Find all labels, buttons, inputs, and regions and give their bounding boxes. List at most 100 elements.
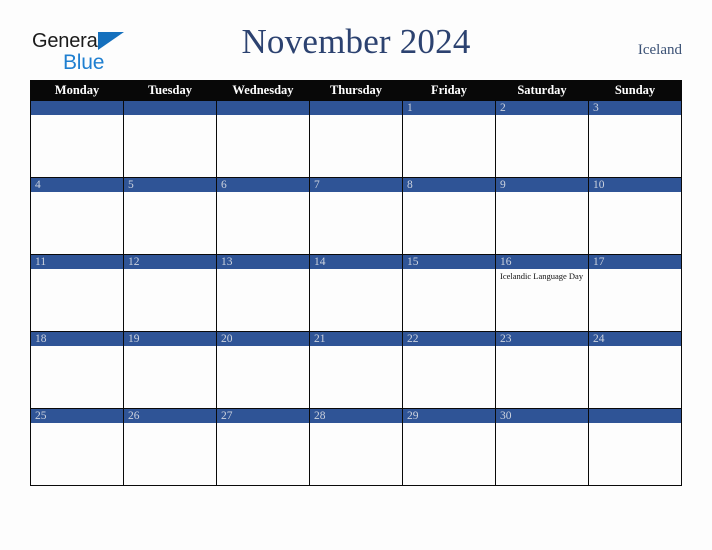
calendar-day-cell[interactable]: 27 <box>216 408 310 486</box>
day-events <box>403 269 495 271</box>
calendar-empty-cell[interactable] <box>216 100 310 178</box>
calendar-empty-cell[interactable] <box>123 100 217 178</box>
day-events <box>217 423 309 425</box>
day-number: 17 <box>589 255 681 269</box>
event-label[interactable]: Icelandic Language Day <box>500 271 584 281</box>
page-header: General Blue November 2024 Iceland <box>0 22 712 74</box>
day-events <box>31 423 123 425</box>
day-number: 24 <box>589 332 681 346</box>
day-events <box>310 346 402 348</box>
calendar-week-row: 123 <box>30 100 682 178</box>
calendar-day-cell[interactable]: 18 <box>30 331 124 409</box>
calendar-day-cell[interactable]: 16 Icelandic Language Day <box>495 254 589 332</box>
day-number: 4 <box>31 178 123 192</box>
day-number: 10 <box>589 178 681 192</box>
day-events <box>589 346 681 348</box>
day-events: Icelandic Language Day <box>496 269 588 281</box>
weekday-header-saturday: Saturday <box>495 80 589 101</box>
calendar-day-cell[interactable]: 22 <box>402 331 496 409</box>
calendar-day-cell[interactable]: 24 <box>588 331 682 409</box>
calendar-day-cell[interactable]: 4 <box>30 177 124 255</box>
day-events <box>31 269 123 271</box>
day-events <box>124 423 216 425</box>
calendar-day-cell[interactable]: 3 <box>588 100 682 178</box>
day-number: 11 <box>31 255 123 269</box>
calendar-day-cell[interactable]: 25 <box>30 408 124 486</box>
day-number: 30 <box>496 409 588 423</box>
calendar-day-cell[interactable]: 30 <box>495 408 589 486</box>
weekday-header-thursday: Thursday <box>309 80 403 101</box>
day-number: 29 <box>403 409 495 423</box>
calendar-day-cell[interactable]: 9 <box>495 177 589 255</box>
day-number: 19 <box>124 332 216 346</box>
calendar-day-cell[interactable]: 13 <box>216 254 310 332</box>
day-events <box>217 269 309 271</box>
day-number: 23 <box>496 332 588 346</box>
day-number: 5 <box>124 178 216 192</box>
day-number <box>217 101 309 115</box>
calendar-day-cell[interactable]: 8 <box>402 177 496 255</box>
calendar-day-cell[interactable]: 23 <box>495 331 589 409</box>
calendar-day-cell[interactable]: 17 <box>588 254 682 332</box>
day-number: 3 <box>589 101 681 115</box>
calendar-week-row: 4 5 6 7 8 9 10 <box>30 177 682 255</box>
calendar-day-cell[interactable]: 7 <box>309 177 403 255</box>
calendar-day-cell[interactable]: 14 <box>309 254 403 332</box>
calendar-empty-cell[interactable] <box>309 100 403 178</box>
day-events <box>31 115 123 117</box>
country-label: Iceland <box>637 42 682 58</box>
calendar-day-cell[interactable]: 20 <box>216 331 310 409</box>
day-events <box>403 192 495 194</box>
day-number: 26 <box>124 409 216 423</box>
calendar-day-cell[interactable]: 21 <box>309 331 403 409</box>
day-events <box>403 115 495 117</box>
calendar-day-cell[interactable]: 11 <box>30 254 124 332</box>
calendar-day-cell[interactable]: 29 <box>402 408 496 486</box>
weekday-header-sunday: Sunday <box>588 80 682 101</box>
day-number: 1 <box>403 101 495 115</box>
calendar-day-cell[interactable]: 1 <box>402 100 496 178</box>
day-events <box>124 115 216 117</box>
calendar-body: 1 2 3 4 5 6 7 8 9 10 11 12 13 14 15 16 Icelandic Languag… <box>30 100 682 486</box>
day-number: 22 <box>403 332 495 346</box>
page-title: November 2024 <box>241 22 471 61</box>
day-events <box>589 269 681 271</box>
day-events <box>217 346 309 348</box>
day-events <box>124 346 216 348</box>
day-number: 27 <box>217 409 309 423</box>
day-number: 8 <box>403 178 495 192</box>
day-number: 13 <box>217 255 309 269</box>
day-number: 7 <box>310 178 402 192</box>
day-events <box>589 115 681 117</box>
calendar-day-cell[interactable]: 2 <box>495 100 589 178</box>
day-events <box>31 346 123 348</box>
day-events <box>124 269 216 271</box>
day-number <box>310 101 402 115</box>
weekday-header-row: Monday Tuesday Wednesday Thursday Friday Satu… <box>30 80 682 101</box>
calendar-week-row: 25 26 27 28 29 30 <box>30 408 682 486</box>
day-number: 12 <box>124 255 216 269</box>
calendar-empty-cell[interactable] <box>30 100 124 178</box>
day-number: 6 <box>217 178 309 192</box>
day-events <box>496 192 588 194</box>
day-events <box>217 115 309 117</box>
calendar-day-cell[interactable]: 12 <box>123 254 217 332</box>
calendar-day-cell[interactable]: 5 <box>123 177 217 255</box>
calendar-empty-cell[interactable] <box>588 408 682 486</box>
day-events <box>217 192 309 194</box>
calendar-day-cell[interactable]: 19 <box>123 331 217 409</box>
calendar-day-cell[interactable]: 6 <box>216 177 310 255</box>
calendar-page: General Blue November 2024 Iceland Monda… <box>0 0 712 550</box>
day-number <box>589 409 681 423</box>
day-number: 18 <box>31 332 123 346</box>
calendar-day-cell[interactable]: 10 <box>588 177 682 255</box>
calendar-day-cell[interactable]: 26 <box>123 408 217 486</box>
day-events <box>496 115 588 117</box>
day-number: 16 <box>496 255 588 269</box>
day-number <box>124 101 216 115</box>
calendar-day-cell[interactable]: 15 <box>402 254 496 332</box>
calendar-week-row: 18 19 20 21 22 23 24 <box>30 331 682 409</box>
day-events <box>310 423 402 425</box>
calendar-day-cell[interactable]: 28 <box>309 408 403 486</box>
day-events <box>310 115 402 117</box>
